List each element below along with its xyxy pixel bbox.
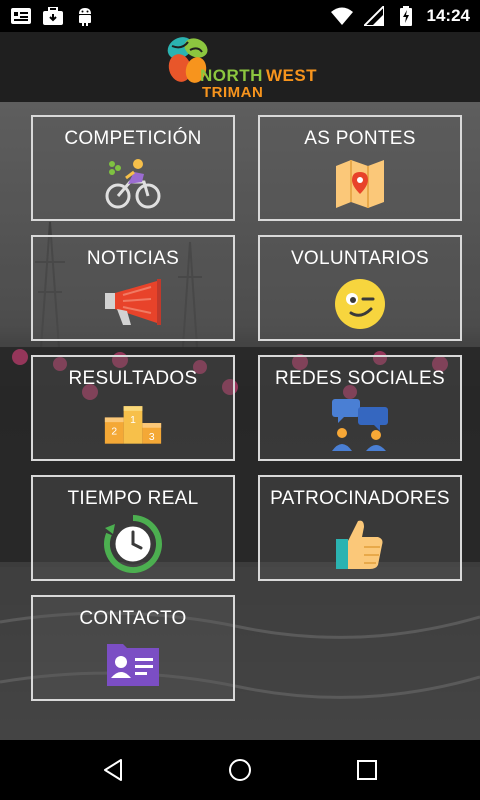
wifi-icon bbox=[330, 6, 353, 26]
contact-card-icon bbox=[103, 636, 163, 692]
map-pin-icon bbox=[330, 156, 390, 212]
briefcase-download-icon bbox=[42, 6, 64, 26]
logo-text-triman: TRIMAN bbox=[202, 84, 264, 101]
tile-label: VOLUNTARIOS bbox=[290, 248, 430, 269]
recents-button[interactable] bbox=[347, 750, 387, 790]
tile-label: REDES SOCIALES bbox=[275, 368, 445, 389]
main-menu-area: COMPETICIÓN AS PONTES NOTICIAS VOLUNTARI… bbox=[0, 102, 480, 740]
menu-tile-competicion[interactable]: COMPETICIÓN bbox=[31, 115, 235, 221]
tile-label: PATROCINADORES bbox=[270, 488, 450, 509]
tile-label: NOTICIAS bbox=[86, 248, 180, 269]
status-bar: 14:24 bbox=[0, 0, 480, 32]
northwest-triman-logo: NORTH WEST TRIMAN bbox=[160, 32, 320, 102]
thumbs-up-icon bbox=[330, 516, 390, 572]
chat-people-icon bbox=[330, 396, 390, 452]
tile-label: AS PONTES bbox=[304, 128, 416, 149]
tile-label: RESULTADOS bbox=[68, 368, 198, 389]
wink-smiley-icon bbox=[330, 276, 390, 332]
system-nav-bar bbox=[0, 740, 480, 800]
battery-charging-icon bbox=[395, 6, 417, 26]
menu-tile-contacto[interactable]: CONTACTO bbox=[31, 595, 235, 701]
tile-label: TIEMPO REAL bbox=[67, 488, 199, 509]
app-header: NORTH WEST TRIMAN bbox=[0, 32, 480, 102]
podium-third-number: 3 bbox=[149, 432, 155, 443]
logo-text-northwest: NORTH WEST bbox=[200, 66, 318, 85]
home-circle-icon bbox=[228, 759, 251, 781]
megaphone-icon bbox=[103, 276, 163, 332]
menu-tile-redes-sociales[interactable]: REDES SOCIALES bbox=[258, 355, 462, 461]
recents-square-icon bbox=[356, 760, 377, 780]
menu-tile-voluntarios[interactable]: VOLUNTARIOS bbox=[258, 235, 462, 341]
tile-label: CONTACTO bbox=[79, 608, 187, 629]
clock-icon bbox=[103, 515, 163, 573]
podium-first-number: 1 bbox=[130, 415, 136, 426]
menu-tile-resultados[interactable]: RESULTADOS 1 2 3 bbox=[31, 355, 235, 461]
menu-tile-tiempo-real[interactable]: TIEMPO REAL bbox=[31, 475, 235, 581]
notification-card-icon bbox=[10, 6, 32, 26]
menu-tile-patrocinadores[interactable]: PATROCINADORES bbox=[258, 475, 462, 581]
android-icon bbox=[74, 6, 96, 26]
back-triangle-icon bbox=[104, 759, 123, 781]
menu-tile-noticias[interactable]: NOTICIAS bbox=[31, 235, 235, 341]
home-button[interactable] bbox=[220, 750, 260, 790]
tile-label: COMPETICIÓN bbox=[64, 128, 202, 149]
cyclist-icon bbox=[103, 156, 163, 212]
back-button[interactable] bbox=[93, 750, 133, 790]
signal-icon bbox=[363, 6, 385, 26]
podium-second-number: 2 bbox=[111, 426, 117, 437]
clock-time: 14:24 bbox=[426, 6, 470, 25]
menu-tile-as-pontes[interactable]: AS PONTES bbox=[258, 115, 462, 221]
podium-icon: 1 2 3 bbox=[103, 396, 163, 452]
